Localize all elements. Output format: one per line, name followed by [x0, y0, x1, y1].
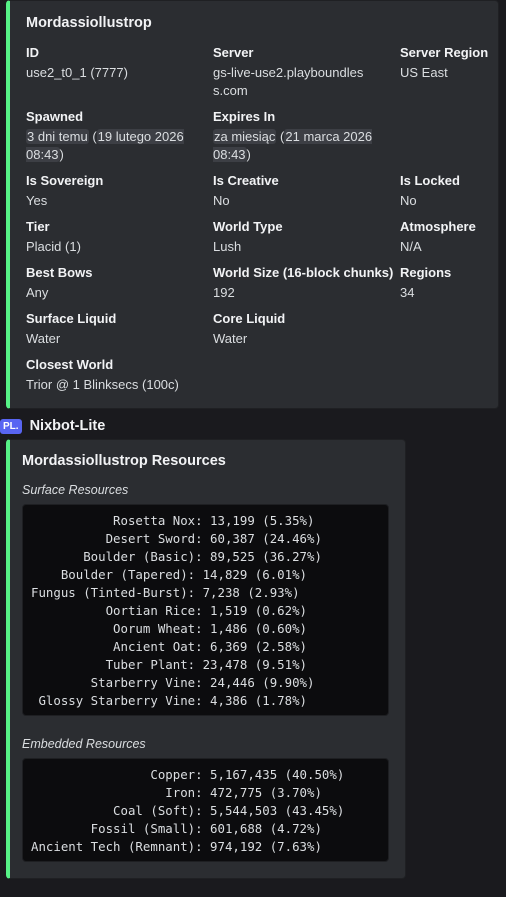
surface-resources-codeblock: Rosetta Nox: 13,199 (5.35%) Desert Sword… [22, 504, 389, 716]
resource-line: Starberry Vine: 24,446 (9.90%) [31, 675, 315, 690]
field-value: 3 dni temu (19 lutego 2026 08:43) [26, 129, 184, 162]
field-name: Expires In [213, 109, 276, 124]
field-atmosphere: Atmosphere N/A [400, 218, 500, 256]
field-name: ID [26, 45, 39, 60]
field-regions: Regions 34 [400, 264, 500, 302]
field-name: Best Bows [26, 265, 93, 280]
field-closest-world: Closest World Trior @ 1 Blinksecs (100c) [26, 356, 326, 394]
field-is-creative: Is Creative No [213, 172, 393, 210]
field-surface-liquid: Surface Liquid Water [26, 310, 206, 348]
timestamp-relative[interactable]: za miesiąc [213, 129, 277, 144]
field-name: Regions [400, 265, 452, 280]
field-name: Server Region [400, 45, 489, 60]
field-name: Core Liquid [213, 311, 286, 326]
field-name: Atmosphere [400, 219, 476, 234]
field-value: Any [26, 285, 49, 300]
field-value: No [400, 193, 417, 208]
field-value: Placid (1) [26, 239, 81, 254]
field-spawned: Spawned 3 dni temu (19 lutego 2026 08:43… [26, 108, 198, 164]
field-value: Yes [26, 193, 48, 208]
resource-line: Ancient Tech (Remnant): 974,192 (7.63%) [31, 839, 322, 854]
resource-line: Glossy Starberry Vine: 4,386 (1.78%) [31, 693, 308, 708]
field-name: Is Creative [213, 173, 279, 188]
resource-line: Tuber Plant: 23,478 (9.51%) [31, 657, 308, 672]
field-value: Water [213, 331, 248, 346]
field-world-type: World Type Lush [213, 218, 393, 256]
embedded-resources-codeblock: Copper: 5,167,435 (40.50%) Iron: 472,775… [22, 758, 389, 862]
field-is-sovereign: Is Sovereign Yes [26, 172, 206, 210]
field-expires-in: Expires In za miesiąc (21 marca 2026 08:… [213, 108, 388, 164]
resource-line: Desert Sword: 60,387 (24.46%) [31, 531, 322, 546]
field-name: Is Locked [400, 173, 460, 188]
field-name: Is Sovereign [26, 173, 104, 188]
embed-title: Mordassiollustrop [26, 15, 152, 31]
field-world-size: World Size (16-block chunks) 192 [213, 264, 398, 302]
resources-embed: Mordassiollustrop Resources Surface Reso… [6, 439, 406, 879]
field-value: Water [26, 331, 61, 346]
resource-line: Iron: 472,775 (3.70%) [31, 785, 322, 800]
world-info-embed: Mordassiollustrop ID use2_t0_1 (7777) Se… [6, 0, 499, 409]
field-name: Tier [26, 219, 50, 234]
resource-line: Fossil (Small): 601,688 (4.72%) [31, 821, 322, 836]
field-value: Lush [213, 239, 242, 254]
bot-username[interactable]: Nixbot-Lite [30, 418, 106, 434]
field-value: use2_t0_1 (7777) [26, 65, 128, 80]
field-name: World Size (16-block chunks) [213, 265, 394, 280]
field-server-region: Server Region US East [400, 44, 500, 82]
field-server: Server gs-live-use2.playboundless.com [213, 44, 383, 100]
resource-line: Oorum Wheat: 1,486 (0.60%) [31, 621, 308, 636]
resource-line: Fungus (Tinted-Burst): 7,238 (2.93%) [31, 585, 300, 600]
field-name: World Type [213, 219, 283, 234]
field-value: gs-live-use2.playboundless.com [213, 65, 364, 98]
field-name: Surface Liquid [26, 311, 117, 326]
field-best-bows: Best Bows Any [26, 264, 206, 302]
field-value: za miesiąc (21 marca 2026 08:43) [213, 129, 373, 162]
surface-resources-label: Surface Resources [22, 483, 129, 497]
field-id: ID use2_t0_1 (7777) [26, 44, 206, 82]
field-value: 192 [213, 285, 235, 300]
field-value: N/A [400, 239, 422, 254]
bot-author-row: PL. Nixbot-Lite [0, 416, 105, 436]
field-name: Spawned [26, 109, 84, 124]
bot-tag-badge: PL. [0, 418, 22, 434]
resource-line: Rosetta Nox: 13,199 (5.35%) [31, 513, 315, 528]
field-value: Trior @ 1 Blinksecs (100c) [26, 377, 179, 392]
embedded-resources-label: Embedded Resources [22, 737, 146, 751]
field-is-locked: Is Locked No [400, 172, 500, 210]
timestamp-relative[interactable]: 3 dni temu [26, 129, 89, 144]
resource-line: Ancient Oat: 6,369 (2.58%) [31, 639, 308, 654]
field-value: No [213, 193, 230, 208]
field-value: US East [400, 65, 448, 80]
resource-line: Boulder (Tapered): 14,829 (6.01%) [31, 567, 308, 582]
resource-line: Coal (Soft): 5,544,503 (43.45%) [31, 803, 345, 818]
resource-line: Boulder (Basic): 89,525 (36.27%) [31, 549, 322, 564]
resource-line: Copper: 5,167,435 (40.50%) [31, 767, 345, 782]
field-name: Closest World [26, 357, 114, 372]
embed-title: Mordassiollustrop Resources [22, 453, 226, 469]
field-name: Server [213, 45, 254, 60]
field-core-liquid: Core Liquid Water [213, 310, 393, 348]
field-value: 34 [400, 285, 415, 300]
resource-line: Oortian Rice: 1,519 (0.62%) [31, 603, 308, 618]
field-tier: Tier Placid (1) [26, 218, 206, 256]
